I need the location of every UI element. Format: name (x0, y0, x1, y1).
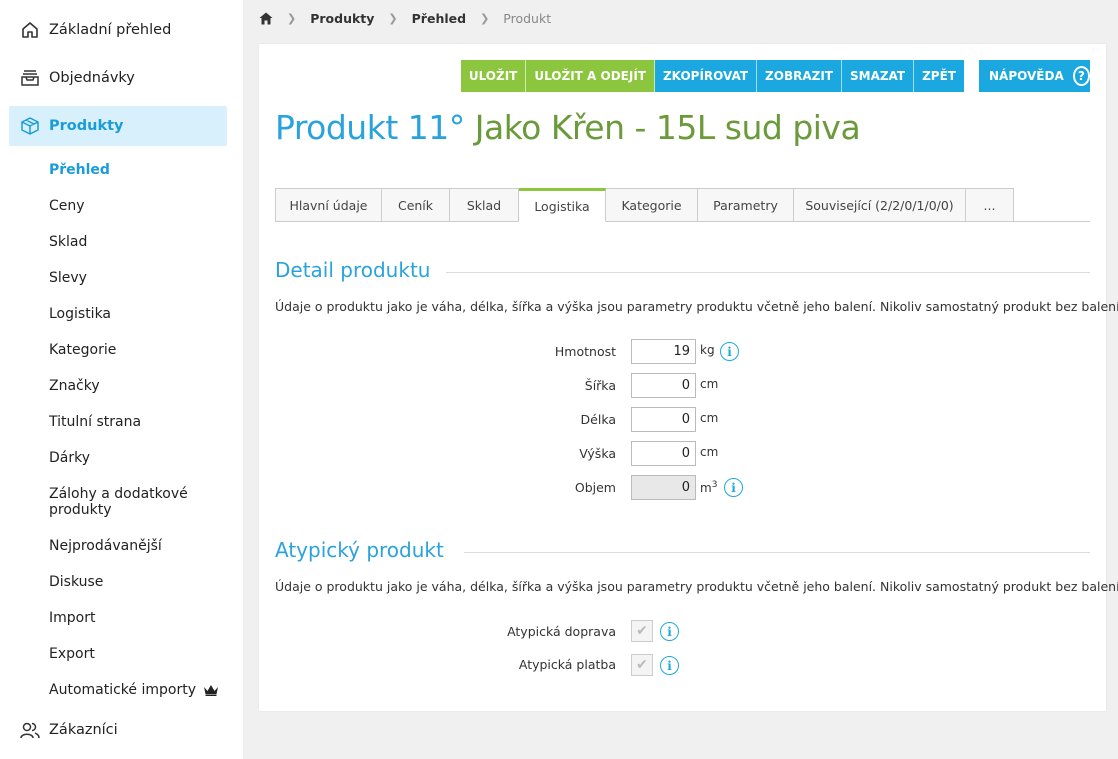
sidebar-subitem-overview[interactable]: Přehled (49, 162, 110, 178)
save-button[interactable]: ULOŽIT (460, 60, 527, 92)
chevron-right-icon: ❯ (287, 11, 297, 25)
height-label: Výška (579, 446, 616, 461)
crown-icon (203, 684, 219, 700)
atypical-shipping-checkbox[interactable]: ✔ (631, 620, 653, 642)
height-input[interactable]: 0 (631, 441, 696, 466)
volume-unit: m3 (700, 480, 718, 495)
atypical-shipping-label: Atypická doprava (507, 624, 616, 639)
section-divider (446, 272, 1090, 273)
info-icon[interactable]: i (660, 656, 679, 675)
check-icon: ✔ (636, 623, 648, 639)
sidebar-subitem-discounts[interactable]: Slevy (49, 270, 87, 286)
chevron-right-icon: ❯ (388, 11, 398, 25)
sidebar-subitem-discussion[interactable]: Diskuse (49, 574, 103, 590)
sidebar-subitem-import[interactable]: Import (49, 610, 95, 626)
width-label: Šířka (584, 378, 616, 393)
chevron-right-icon: ❯ (480, 11, 490, 25)
action-toolbar: ULOŽIT ULOŽIT A ODEJÍT ZKOPÍROVAT ZOBRAZ… (460, 60, 964, 92)
view-button[interactable]: ZOBRAZIT (757, 60, 842, 92)
tab-more[interactable]: ... (966, 188, 1014, 222)
home-icon (20, 20, 40, 40)
sidebar-item-customers[interactable]: Zákazníci (20, 718, 118, 742)
delete-button[interactable]: SMAZAT (841, 60, 915, 92)
volume-label: Objem (574, 480, 616, 495)
sidebar-item-orders[interactable]: Objednávky (20, 66, 135, 90)
tab-pricelist[interactable]: Ceník (382, 188, 450, 222)
tab-logistics[interactable]: Logistika (519, 188, 606, 222)
section-title-atypical: Atypický produkt (275, 538, 444, 562)
sidebar-subitem-auto-imports[interactable]: Automatické importy (49, 682, 196, 698)
info-icon[interactable]: i (720, 342, 739, 361)
back-button[interactable]: ZPĚT (914, 60, 964, 92)
sidebar-subitem-brands[interactable]: Značky (49, 378, 100, 394)
sidebar-item-products[interactable]: Produkty (9, 106, 227, 146)
tabs-divider (275, 221, 1090, 222)
length-input[interactable]: 0 (631, 407, 696, 432)
sidebar-subitem-categories[interactable]: Kategorie (49, 342, 116, 358)
users-icon (20, 720, 40, 740)
sidebar-subitem-gifts[interactable]: Dárky (49, 450, 90, 466)
section-title-detail: Detail produktu (275, 258, 431, 282)
breadcrumb-products[interactable]: Produkty (310, 11, 374, 26)
question-icon: ? (1072, 66, 1090, 86)
inbox-icon (20, 68, 40, 88)
help-button[interactable]: NÁPOVĚDA ? (979, 60, 1090, 92)
tab-stock[interactable]: Sklad (450, 188, 519, 222)
weight-label: Hmotnost (554, 344, 616, 359)
sidebar-subitem-homepage[interactable]: Titulní strana (49, 414, 141, 430)
sidebar: Základní přehled Objednávky Produkty Pře… (0, 0, 243, 759)
info-icon[interactable]: i (660, 622, 679, 641)
weight-unit: kg (700, 343, 715, 357)
volume-input: 0 (631, 475, 696, 500)
width-input[interactable]: 0 (631, 373, 696, 398)
tab-main-info[interactable]: Hlavní údaje (275, 188, 382, 222)
height-unit: cm (700, 445, 719, 459)
tab-categories[interactable]: Kategorie (606, 188, 698, 222)
sidebar-subitem-bestsellers[interactable]: Nejprodávanější (49, 538, 162, 554)
sidebar-subitem-stock[interactable]: Sklad (49, 234, 87, 250)
width-unit: cm (700, 377, 719, 391)
length-unit: cm (700, 411, 719, 425)
length-label: Délka (580, 412, 616, 427)
breadcrumb-product: Produkt (503, 10, 552, 26)
weight-input[interactable]: 19 (631, 339, 696, 364)
page-title: Produkt 11° Jako Křen - 15L sud piva (275, 108, 861, 147)
home-icon[interactable] (259, 12, 273, 25)
section-description: Údaje o produktu jako je váha, délka, ší… (275, 579, 1118, 594)
tab-related[interactable]: Související (2/2/0/1/0/0) (794, 188, 966, 222)
section-description: Údaje o produktu jako je váha, délka, ší… (275, 299, 1118, 314)
atypical-payment-checkbox[interactable]: ✔ (631, 654, 653, 676)
breadcrumb-overview[interactable]: Přehled (412, 11, 466, 26)
sidebar-item-dashboard[interactable]: Základní přehled (20, 18, 171, 42)
sidebar-subitem-deposits[interactable]: Zálohy a dodatkové produkty (49, 486, 219, 518)
atypical-payment-label: Atypická platba (518, 657, 616, 672)
section-divider (464, 552, 1090, 553)
save-and-exit-button[interactable]: ULOŽIT A ODEJÍT (526, 60, 655, 92)
product-card: ULOŽIT ULOŽIT A ODEJÍT ZKOPÍROVAT ZOBRAZ… (259, 44, 1118, 711)
sidebar-subitem-prices[interactable]: Ceny (49, 198, 85, 214)
tab-parameters[interactable]: Parametry (698, 188, 794, 222)
breadcrumb: ❯ Produkty ❯ Přehled ❯ Produkt (259, 9, 551, 27)
info-icon[interactable]: i (724, 478, 743, 497)
copy-button[interactable]: ZKOPÍROVAT (654, 60, 758, 92)
tab-bar: Hlavní údaje Ceník Sklad Logistika Kateg… (275, 188, 1014, 222)
box-icon (20, 116, 40, 136)
check-icon: ✔ (636, 657, 648, 673)
sidebar-subitem-logistics[interactable]: Logistika (49, 306, 111, 322)
sidebar-subitem-export[interactable]: Export (49, 646, 95, 662)
